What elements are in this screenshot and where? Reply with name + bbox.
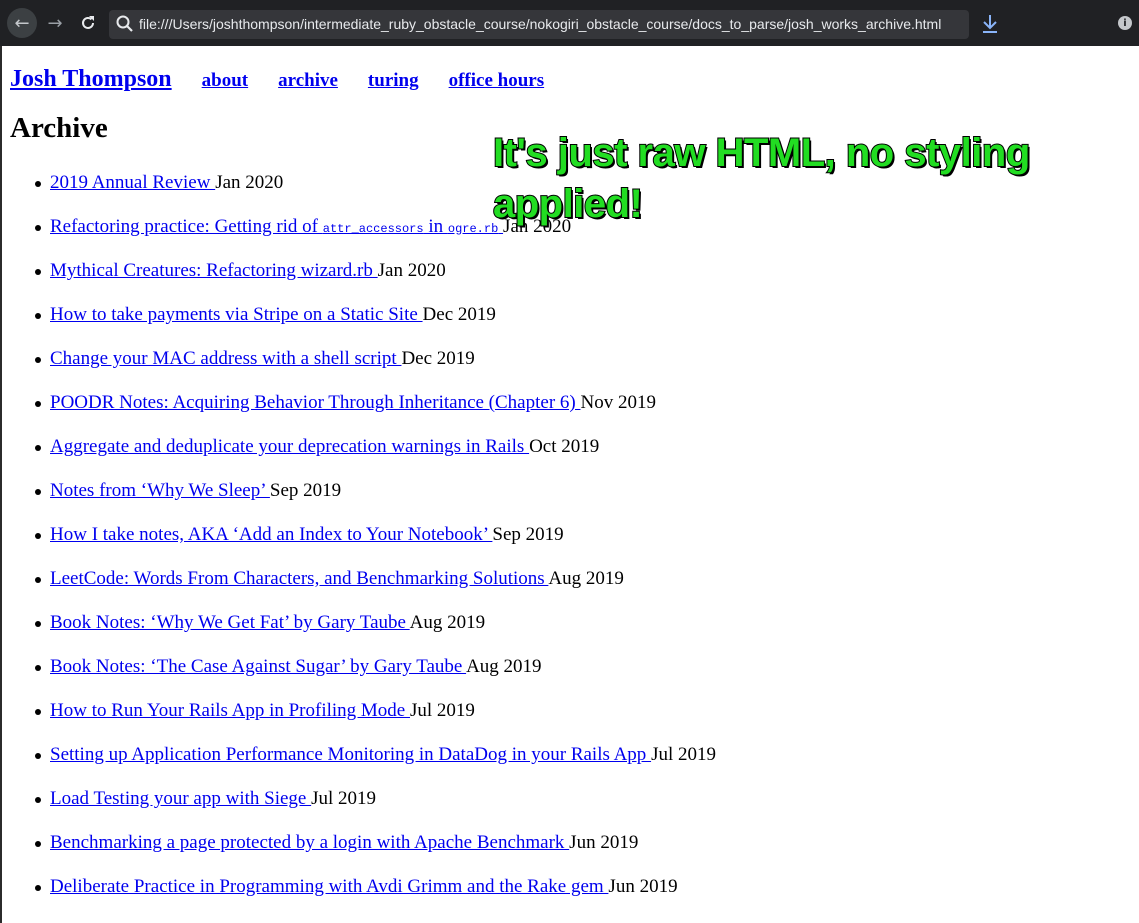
post-date: Jun 2019 bbox=[608, 876, 678, 897]
post-date: Jan 2020 bbox=[377, 260, 446, 281]
post-title-part: Refactoring practice: Getting rid of bbox=[50, 216, 323, 237]
window-edge bbox=[0, 46, 2, 923]
arrow-left-icon: ← bbox=[14, 12, 30, 34]
annotation-overlay: It's just raw HTML, no styling applied! bbox=[492, 130, 1031, 227]
list-item: How to Run Your Rails App in Profiling M… bbox=[35, 698, 716, 742]
browser-toolbar: ← → file:///Users/joshthompson/intermedi… bbox=[0, 0, 1139, 46]
list-item: Change your MAC address with a shell scr… bbox=[35, 346, 716, 390]
post-title-code: attr_accessors bbox=[322, 222, 424, 236]
list-item: Deliberate Practice in Programming with … bbox=[35, 874, 716, 918]
post-date: Dec 2019 bbox=[422, 304, 496, 325]
list-item: LeetCode: Words From Characters, and Ben… bbox=[35, 566, 716, 610]
post-title-part: in bbox=[423, 216, 448, 237]
post-date: Nov 2019 bbox=[580, 392, 656, 413]
post-date: Aug 2019 bbox=[548, 568, 624, 589]
post-link[interactable]: POODR Notes: Acquiring Behavior Through … bbox=[50, 392, 580, 413]
post-date: Dec 2019 bbox=[401, 348, 475, 369]
list-item: POODR Notes: Acquiring Behavior Through … bbox=[35, 390, 716, 434]
list-item: Notes from ‘Why We Sleep’ Sep 2019 bbox=[35, 478, 716, 522]
post-date: Aug 2019 bbox=[466, 656, 542, 677]
post-link[interactable]: LeetCode: Words From Characters, and Ben… bbox=[50, 568, 548, 589]
post-link[interactable]: Change your MAC address with a shell scr… bbox=[50, 348, 401, 369]
post-date: Jul 2019 bbox=[409, 700, 475, 721]
post-date: Jul 2019 bbox=[651, 744, 716, 765]
archive-list: 2019 Annual Review Jan 2020 Refactoring … bbox=[35, 170, 716, 918]
download-icon[interactable] bbox=[981, 14, 999, 34]
post-link[interactable]: Load Testing your app with Siege bbox=[50, 788, 311, 809]
list-item: Book Notes: ‘The Case Against Sugar’ by … bbox=[35, 654, 716, 698]
address-bar[interactable]: file:///Users/joshthompson/intermediate_… bbox=[109, 10, 969, 39]
post-title-code: ogre.rb bbox=[447, 222, 499, 236]
post-link[interactable]: Notes from ‘Why We Sleep’ bbox=[50, 480, 270, 501]
post-link[interactable]: How to Run Your Rails App in Profiling M… bbox=[50, 700, 410, 721]
post-link[interactable]: Refactoring practice: Getting rid of att… bbox=[50, 216, 503, 237]
url-text[interactable]: file:///Users/joshthompson/intermediate_… bbox=[139, 16, 959, 32]
info-icon[interactable]: i bbox=[1118, 16, 1132, 30]
list-item: Book Notes: ‘Why We Get Fat’ by Gary Tau… bbox=[35, 610, 716, 654]
list-item: How to take payments via Stripe on a Sta… bbox=[35, 302, 716, 346]
post-link[interactable]: Deliberate Practice in Programming with … bbox=[50, 876, 608, 897]
post-date: Oct 2019 bbox=[529, 436, 600, 457]
post-link[interactable]: Benchmarking a page protected by a login… bbox=[50, 832, 569, 853]
post-date: Jun 2019 bbox=[569, 832, 639, 853]
list-item: Load Testing your app with Siege Jul 201… bbox=[35, 786, 716, 830]
list-item: How I take notes, AKA ‘Add an Index to Y… bbox=[35, 522, 716, 566]
back-button[interactable]: ← bbox=[7, 8, 37, 38]
arrow-right-icon: → bbox=[47, 12, 63, 34]
reload-button[interactable] bbox=[73, 8, 103, 38]
post-date: Aug 2019 bbox=[409, 612, 486, 633]
post-link[interactable]: How I take notes, AKA ‘Add an Index to Y… bbox=[50, 524, 492, 545]
post-link[interactable]: 2019 Annual Review bbox=[50, 172, 215, 193]
reload-icon bbox=[82, 16, 94, 29]
list-item: Setting up Application Performance Monit… bbox=[35, 742, 716, 786]
forward-button[interactable]: → bbox=[40, 8, 70, 38]
list-item: Mythical Creatures: Refactoring wizard.r… bbox=[35, 258, 716, 302]
list-item: Aggregate and deduplicate your deprecati… bbox=[35, 434, 716, 478]
post-link[interactable]: Book Notes: ‘The Case Against Sugar’ by … bbox=[50, 656, 466, 677]
post-date: Jul 2019 bbox=[311, 788, 377, 809]
nav-link-about[interactable]: about bbox=[202, 70, 248, 91]
post-link[interactable]: How to take payments via Stripe on a Sta… bbox=[50, 304, 423, 325]
page-title: Archive bbox=[10, 112, 108, 144]
nav-link-turing[interactable]: turing bbox=[368, 70, 419, 91]
post-link[interactable]: Aggregate and deduplicate your deprecati… bbox=[50, 436, 529, 457]
post-link[interactable]: Setting up Application Performance Monit… bbox=[50, 744, 651, 765]
nav-link-archive[interactable]: archive bbox=[278, 70, 338, 91]
list-item: Benchmarking a page protected by a login… bbox=[35, 830, 716, 874]
post-date: Sep 2019 bbox=[269, 480, 342, 501]
site-title-link[interactable]: Josh Thompson bbox=[10, 66, 172, 92]
nav-link-office-hours[interactable]: office hours bbox=[449, 70, 545, 91]
post-link[interactable]: Mythical Creatures: Refactoring wizard.r… bbox=[50, 260, 378, 281]
post-link[interactable]: Book Notes: ‘Why We Get Fat’ by Gary Tau… bbox=[50, 612, 410, 633]
site-nav: Josh Thompson about archive turing offic… bbox=[10, 66, 544, 93]
search-icon bbox=[116, 15, 133, 32]
post-date: Jan 2020 bbox=[215, 172, 284, 193]
post-date: Sep 2019 bbox=[492, 524, 564, 545]
